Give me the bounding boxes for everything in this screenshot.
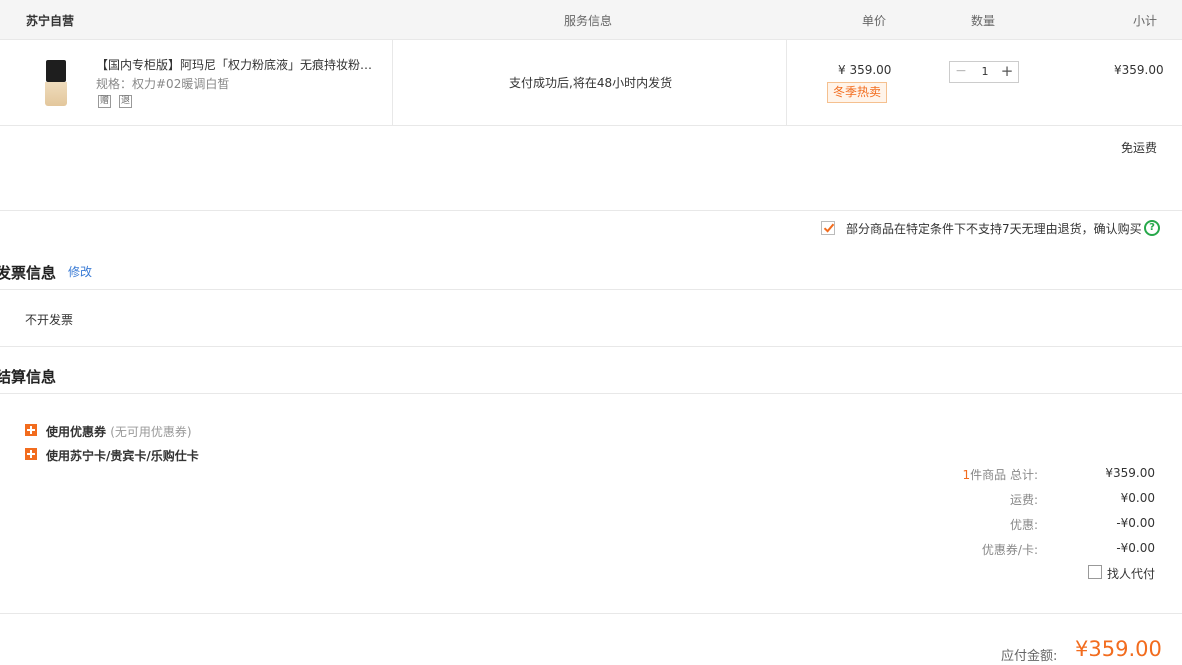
service-info: 支付成功后,将在48小时内发货 <box>509 76 673 90</box>
qty-plus-button[interactable]: + <box>996 62 1018 82</box>
count-suffix: 件商品 总计: <box>970 468 1038 482</box>
summary-count-label: 1件商品 总计: <box>918 466 1039 483</box>
divider <box>0 210 1182 211</box>
settlement-title: 结算信息 <box>0 368 57 386</box>
invoice-title: 发票信息 <box>0 264 57 282</box>
store-name: 苏宁自营 <box>26 14 75 28</box>
return-tag-icon: 退 <box>119 95 132 108</box>
item-subtotal: ¥359.00 <box>1114 63 1164 77</box>
discount-value: -¥0.00 <box>1116 516 1155 530</box>
proxy-pay-checkbox[interactable] <box>1088 565 1102 579</box>
expand-card-icon[interactable] <box>25 448 37 460</box>
product-title[interactable]: 【国内专柜版】阿玛尼「权力粉底液」无痕持妆粉底液 <box>96 56 376 73</box>
col-quantity: 数量 <box>971 14 996 28</box>
divider <box>0 393 1182 394</box>
col-subtotal: 小计 <box>1133 14 1158 28</box>
proxy-pay-label[interactable]: 找人代付 <box>1107 565 1155 582</box>
coupon-card-value: -¥0.00 <box>1116 541 1155 555</box>
divider <box>0 289 1182 290</box>
divider <box>0 346 1182 347</box>
help-icon[interactable]: ? <box>1144 220 1160 236</box>
coupon-card-label: 优惠券/卡: <box>981 543 1038 557</box>
card-option[interactable]: 使用苏宁卡/贵宾卡/乐购仕卡 <box>46 447 199 464</box>
gift-tag-icon: 赠 <box>98 95 111 108</box>
promo-badge: 冬季热卖 <box>827 82 888 103</box>
discount-label: 优惠: <box>1009 518 1038 532</box>
expand-coupon-icon[interactable] <box>25 424 37 436</box>
quantity-stepper: − 1 + <box>949 61 1019 83</box>
confirm-checkbox[interactable] <box>821 221 835 235</box>
divider <box>392 40 393 125</box>
confirm-text: 部分商品在特定条件下不支持7天无理由退货，确认购买 <box>846 222 1142 236</box>
payable-label: 应付金额: <box>1001 649 1058 664</box>
product-spec: 规格：权力#02暖调白皙 <box>96 77 230 91</box>
shipping-info: 免运费 <box>1121 141 1158 155</box>
qty-input[interactable]: 1 <box>972 62 998 82</box>
product-image[interactable] <box>40 58 72 110</box>
qty-minus-button[interactable]: − <box>950 62 972 82</box>
item-count: 1 <box>962 468 971 482</box>
cart-header: 苏宁自营 服务信息 单价 数量 小计 <box>0 0 1182 40</box>
product-row: 【国内专柜版】阿玛尼「权力粉底液」无痕持妆粉底液 规格：权力#02暖调白皙 赠 … <box>0 40 1182 126</box>
payable-amount: ¥359.00 <box>1075 637 1162 661</box>
coupon-option[interactable]: 使用优惠券 (无可用优惠券) <box>46 423 192 440</box>
coupon-label: 使用优惠券 <box>46 425 107 439</box>
divider <box>0 613 1182 614</box>
invoice-value: 不开发票 <box>25 313 74 327</box>
col-unit-price: 单价 <box>862 14 887 28</box>
freight-value: ¥0.00 <box>1120 491 1155 505</box>
divider <box>786 40 787 125</box>
summary-total: ¥359.00 <box>1105 466 1155 480</box>
coupon-note: (无可用优惠券) <box>110 425 192 439</box>
freight-label: 运费: <box>1009 493 1038 507</box>
col-service: 服务信息 <box>564 14 613 28</box>
invoice-edit-link[interactable]: 修改 <box>68 263 92 280</box>
unit-price: ¥ 359.00 <box>838 63 892 77</box>
